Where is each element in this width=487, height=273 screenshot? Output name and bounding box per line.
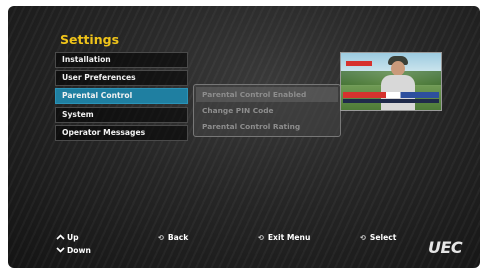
settings-menu: Installation User Preferences Parental C… (55, 52, 188, 143)
preview-ticker-strip (343, 99, 439, 103)
chevron-up-icon (56, 234, 65, 240)
submenu-item-change-pin-code[interactable]: Change PIN Code (196, 103, 338, 118)
exit-button-icon: ⟲ (258, 234, 264, 242)
submenu-item-parental-control-rating[interactable]: Parental Control Rating (196, 119, 338, 134)
hint-exit-menu: ⟲ Exit Menu (258, 233, 311, 242)
select-button-icon: ⟲ (360, 234, 366, 242)
preview-head (391, 61, 405, 76)
menu-item-installation[interactable]: Installation (55, 52, 188, 68)
parental-control-submenu: Parental Control Enabled Change PIN Code… (193, 84, 341, 137)
page-title: Settings (60, 32, 120, 47)
menu-item-system[interactable]: System (55, 106, 188, 123)
menu-item-user-preferences[interactable]: User Preferences (55, 70, 188, 87)
back-button-icon: ⟲ (158, 234, 164, 242)
hint-up: Up (56, 233, 79, 242)
chevron-down-icon (56, 247, 65, 253)
menu-item-parental-control[interactable]: Parental Control (55, 88, 188, 105)
tv-screen: Settings Installation User Preferences P… (8, 6, 480, 268)
submenu-item-parental-control-enabled[interactable]: Parental Control Enabled (196, 87, 338, 102)
hint-select: ⟲ Select (360, 233, 397, 242)
brand-logo: UEC (428, 238, 463, 257)
menu-item-operator-messages[interactable]: Operator Messages (55, 124, 188, 141)
hint-back: ⟲ Back (158, 233, 189, 242)
tv-preview-thumbnail (340, 52, 442, 111)
hint-down: Down (56, 246, 91, 255)
preview-ticker (343, 92, 439, 98)
preview-banner (346, 61, 372, 66)
